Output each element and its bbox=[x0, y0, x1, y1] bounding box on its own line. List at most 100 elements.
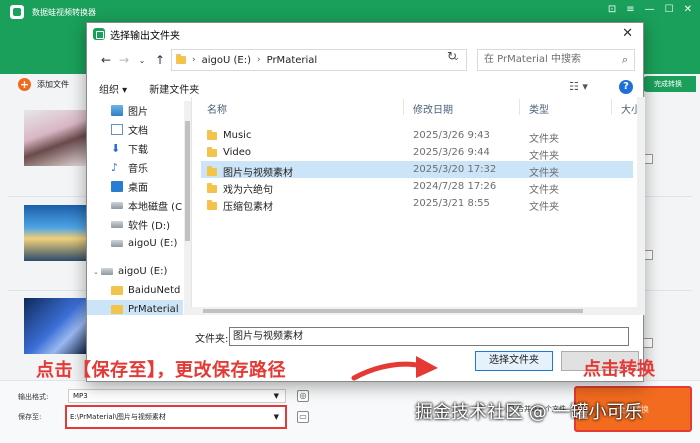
address-bar[interactable]: › aigoU (E:) › PrMaterial ⌄ bbox=[171, 49, 467, 71]
column-type[interactable]: 类型 bbox=[529, 101, 549, 116]
nav-item-drive-d[interactable]: 软件 (D:) bbox=[87, 215, 183, 234]
add-file-button[interactable]: + 添加文件 bbox=[18, 78, 69, 91]
maximize-icon[interactable]: ☐ bbox=[665, 4, 674, 15]
forward-icon[interactable]: → bbox=[115, 53, 133, 67]
video-thumbnail bbox=[24, 205, 88, 261]
completed-tab[interactable]: 完成转换 bbox=[640, 76, 696, 92]
row-name: Music bbox=[207, 129, 251, 141]
nav-item-label: 图片 bbox=[128, 107, 148, 118]
folder-icon bbox=[111, 286, 123, 295]
nav-item-baidunetdisk[interactable]: BaiduNetd bbox=[87, 281, 183, 300]
save-to-label: 保存至: bbox=[18, 413, 42, 421]
column-divider[interactable] bbox=[403, 99, 404, 115]
list-scrollbar[interactable] bbox=[637, 97, 645, 315]
plus-icon: + bbox=[18, 78, 31, 91]
drive-icon bbox=[101, 268, 113, 275]
row-modified: 2025/3/26 9:44 bbox=[413, 147, 490, 158]
horizontal-scrollbar[interactable] bbox=[191, 307, 637, 315]
column-divider[interactable] bbox=[519, 99, 520, 115]
dialog-title-bar: 选择输出文件夹 ✕ bbox=[87, 23, 643, 45]
dialog-title: 选择输出文件夹 bbox=[110, 30, 180, 42]
pane-divider[interactable] bbox=[191, 97, 192, 315]
nav-item-label: 下载 bbox=[128, 145, 148, 156]
open-folder-icon[interactable]: ▭ bbox=[297, 411, 309, 423]
nav-item-label: aigoU (E:) bbox=[118, 266, 168, 277]
save-to-select[interactable]: E:\PrMaterial\图片与视频素材 ▼ bbox=[65, 405, 287, 429]
folder-icon bbox=[176, 54, 186, 64]
nav-item-label: 音乐 bbox=[128, 164, 148, 175]
output-format-select[interactable]: MP3 ▼ bbox=[68, 389, 286, 403]
breadcrumb-item[interactable]: PrMaterial bbox=[267, 55, 318, 66]
column-modified[interactable]: 修改日期 bbox=[413, 101, 453, 116]
annotation-convert: 点击转换 bbox=[583, 359, 655, 380]
nav-scrollbar[interactable] bbox=[184, 101, 191, 315]
breadcrumb-item[interactable]: aigoU (E:) bbox=[202, 55, 251, 66]
row-modified: 2025/3/21 8:55 bbox=[413, 198, 490, 209]
chevron-down-icon: ▼ bbox=[273, 413, 279, 421]
row-modified: 2025/3/26 9:43 bbox=[413, 130, 490, 141]
music-icon: ♪ bbox=[111, 161, 119, 174]
row-type: 文件夹 bbox=[529, 151, 559, 162]
annotation-save-to: 点击【保存至】，更改保存路径 bbox=[36, 360, 286, 381]
row-name-text: 图片与视频素材 bbox=[223, 168, 293, 179]
minimize-icon[interactable]: — bbox=[645, 4, 655, 15]
view-options-icon[interactable]: ☷ ▾ bbox=[569, 80, 588, 93]
help-icon[interactable]: ? bbox=[619, 80, 633, 94]
menu-icon[interactable]: ≡ bbox=[626, 4, 634, 15]
drive-icon bbox=[111, 240, 123, 247]
nav-item-music[interactable]: ♪ 音乐 bbox=[87, 158, 183, 177]
expand-icon[interactable]: ⌄ bbox=[93, 268, 99, 276]
close-icon[interactable]: ✕ bbox=[684, 4, 692, 15]
nav-item-drive-c[interactable]: 本地磁盘 (C bbox=[87, 196, 183, 215]
nav-item-drive-e-tree[interactable]: ⌄ aigoU (E:) bbox=[87, 262, 183, 281]
nav-item-desktop[interactable]: 桌面 bbox=[87, 177, 183, 196]
search-icon: ⌕ bbox=[621, 53, 628, 66]
table-row[interactable]: 戏为六绝句 2024/7/28 17:26 文件夹 bbox=[201, 178, 633, 196]
nav-item-prmaterial[interactable]: PrMaterial bbox=[87, 300, 183, 315]
format-settings-icon[interactable]: ◎ bbox=[297, 390, 309, 402]
app-logo-icon bbox=[93, 28, 105, 40]
breadcrumb-separator-icon: › bbox=[256, 55, 261, 65]
app-title-bar: 数据蛙视频转换器 ⊡ ≡ — ☐ ✕ bbox=[0, 0, 700, 24]
table-row[interactable]: Music 2025/3/26 9:43 文件夹 bbox=[201, 127, 633, 145]
up-icon[interactable]: ↑ bbox=[151, 53, 169, 67]
app-logo-icon bbox=[10, 5, 24, 19]
row-modified: 2025/3/20 17:32 bbox=[413, 164, 497, 175]
search-input[interactable]: 在 PrMaterial 中搜索 ⌕ bbox=[477, 49, 635, 71]
nav-item-drive-e[interactable]: aigoU (E:) bbox=[87, 234, 183, 253]
nav-item-documents[interactable]: 文档 bbox=[87, 120, 183, 139]
nav-item-downloads[interactable]: ⬇ 下载 bbox=[87, 139, 183, 158]
feedback-icon[interactable]: ⊡ bbox=[608, 4, 616, 15]
table-row[interactable]: 压缩包素材 2025/3/21 8:55 文件夹 bbox=[201, 195, 633, 213]
row-name-text: 戏为六绝句 bbox=[223, 185, 273, 196]
column-divider[interactable] bbox=[611, 99, 612, 115]
folder-icon bbox=[207, 199, 217, 210]
nav-item-label: 文档 bbox=[128, 126, 148, 137]
folder-name-row: 文件夹: 图片与视频素材 bbox=[87, 325, 645, 347]
output-format-value: MP3 bbox=[73, 392, 88, 400]
folder-name-input[interactable]: 图片与视频素材 bbox=[229, 327, 629, 346]
window-controls: ⊡ ≡ — ☐ ✕ bbox=[608, 4, 692, 15]
table-row-selected[interactable]: 图片与视频素材 2025/3/20 17:32 文件夹 bbox=[201, 161, 633, 179]
table-row[interactable]: Video 2025/3/26 9:44 文件夹 bbox=[201, 144, 633, 162]
new-folder-button[interactable]: 新建文件夹 bbox=[149, 81, 199, 96]
row-type: 文件夹 bbox=[529, 185, 559, 196]
nav-item-pictures[interactable]: 图片 bbox=[87, 101, 183, 120]
nav-item-label: 软件 (D:) bbox=[128, 221, 171, 232]
refresh-icon[interactable]: ↻ bbox=[447, 49, 457, 63]
select-folder-button[interactable]: 选择文件夹 bbox=[475, 351, 553, 371]
navigation-bar: ← → ⌄ ↑ › aigoU (E:) › PrMaterial ⌄ ↻ 在 … bbox=[87, 45, 643, 75]
close-icon[interactable]: ✕ bbox=[622, 26, 633, 41]
recent-chevron-icon[interactable]: ⌄ bbox=[133, 56, 151, 65]
row-name-text: Video bbox=[223, 147, 252, 158]
row-type: 文件夹 bbox=[529, 202, 559, 213]
nav-item-label: aigoU (E:) bbox=[128, 238, 178, 249]
column-name[interactable]: 名称 bbox=[207, 101, 227, 116]
video-thumbnail bbox=[24, 298, 88, 354]
breadcrumb-separator-icon: › bbox=[192, 55, 196, 65]
pictures-icon bbox=[111, 105, 123, 116]
row-name-text: 压缩包素材 bbox=[223, 202, 273, 213]
save-to-value: E:\PrMaterial\图片与视频素材 bbox=[70, 413, 166, 421]
organize-menu[interactable]: 组织 ▾ bbox=[99, 81, 127, 96]
back-icon[interactable]: ← bbox=[97, 53, 115, 67]
